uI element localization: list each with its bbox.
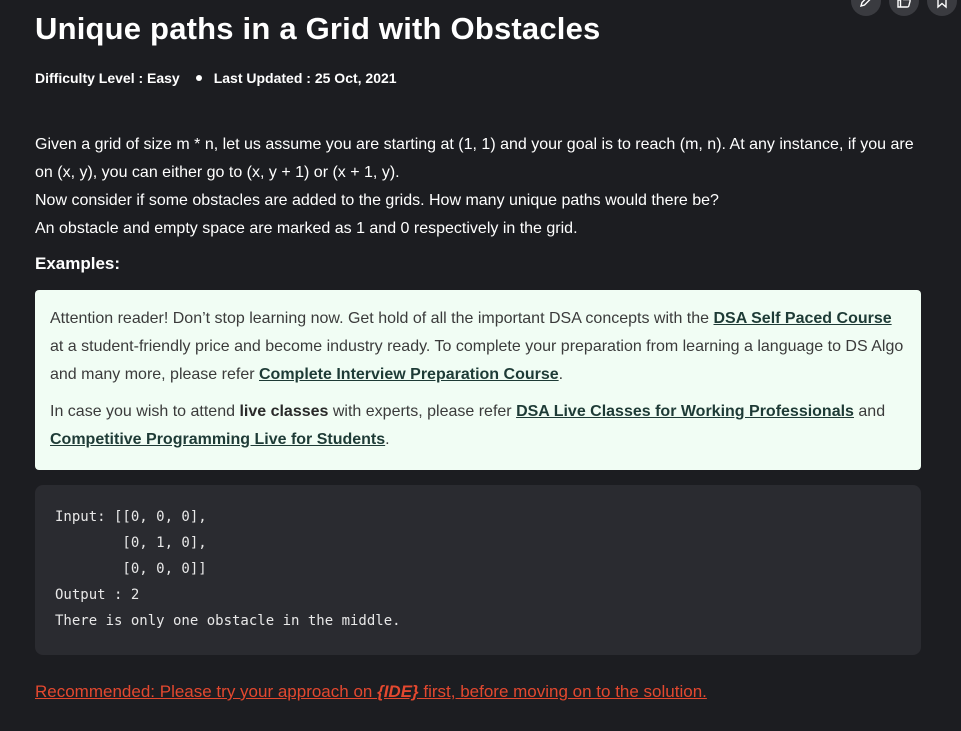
attention-notice: Attention reader! Don’t stop learning no…: [35, 290, 921, 470]
ide-link-text: {IDE}: [377, 682, 419, 701]
page-title: Unique paths in a Grid with Obstacles: [35, 11, 601, 46]
competitive-programming-link[interactable]: Competitive Programming Live for Student…: [50, 431, 385, 448]
code-line: Output : 2: [55, 587, 140, 603]
article-page: Unique paths in a Grid with Obstacles Di…: [0, 0, 961, 731]
code-line: [0, 0, 0]]: [55, 561, 207, 577]
last-updated: Last Updated : 25 Oct, 2021: [213, 70, 397, 86]
edit-button[interactable]: [851, 0, 881, 16]
bookmark-icon: [937, 0, 947, 9]
live-classes-text: live classes: [239, 403, 329, 420]
examples-heading: Examples:: [35, 254, 121, 273]
article-meta: Difficulty Level : Easy Last Updated : 2…: [35, 70, 397, 86]
like-button[interactable]: [889, 0, 919, 16]
dsa-live-classes-link[interactable]: DSA Live Classes for Working Professiona…: [516, 403, 854, 420]
recommend-text: Recommended: Please try your approach on: [35, 682, 378, 701]
notice-text: and: [853, 403, 886, 420]
notice-text: with experts, please refer: [328, 403, 517, 420]
description-paragraph: An obstacle and empty space are marked a…: [35, 220, 578, 237]
notice-text: .: [558, 366, 564, 383]
code-line: There is only one obstacle in the middle…: [55, 613, 401, 629]
article-actions: [851, 0, 957, 16]
interview-prep-link[interactable]: Complete Interview Preparation Course: [259, 366, 559, 383]
description-paragraph: Now consider if some obstacles are added…: [35, 192, 719, 209]
separator-dot: [195, 75, 202, 81]
notice-paragraph: Attention reader! Don’t stop learning no…: [50, 305, 906, 389]
notice-text: In case you wish to attend: [50, 403, 240, 420]
problem-description: Given a grid of size m * n, let us assum…: [35, 131, 925, 243]
notice-text: .: [385, 431, 390, 448]
notice-text: Attention reader! Don’t stop learning no…: [50, 310, 714, 327]
pencil-icon: [859, 0, 871, 8]
dsa-self-paced-link[interactable]: DSA Self Paced Course: [714, 310, 892, 327]
code-line: Input: [[0, 0, 0],: [55, 509, 207, 525]
thumbs-up-icon: [897, 0, 911, 8]
notice-paragraph: In case you wish to attend live classes …: [50, 398, 906, 454]
code-line: [0, 1, 0],: [55, 535, 207, 551]
difficulty-level: Difficulty Level : Easy: [35, 70, 180, 86]
recommended-ide-link[interactable]: Recommended: Please try your approach on…: [35, 682, 707, 702]
bookmark-button[interactable]: [927, 0, 957, 16]
description-paragraph: Given a grid of size m * n, let us assum…: [35, 136, 914, 181]
example-code-block: Input: [[0, 0, 0], [0, 1, 0], [0, 0, 0]]…: [35, 485, 921, 655]
recommend-text: first, before moving on to the solution.: [418, 682, 707, 701]
